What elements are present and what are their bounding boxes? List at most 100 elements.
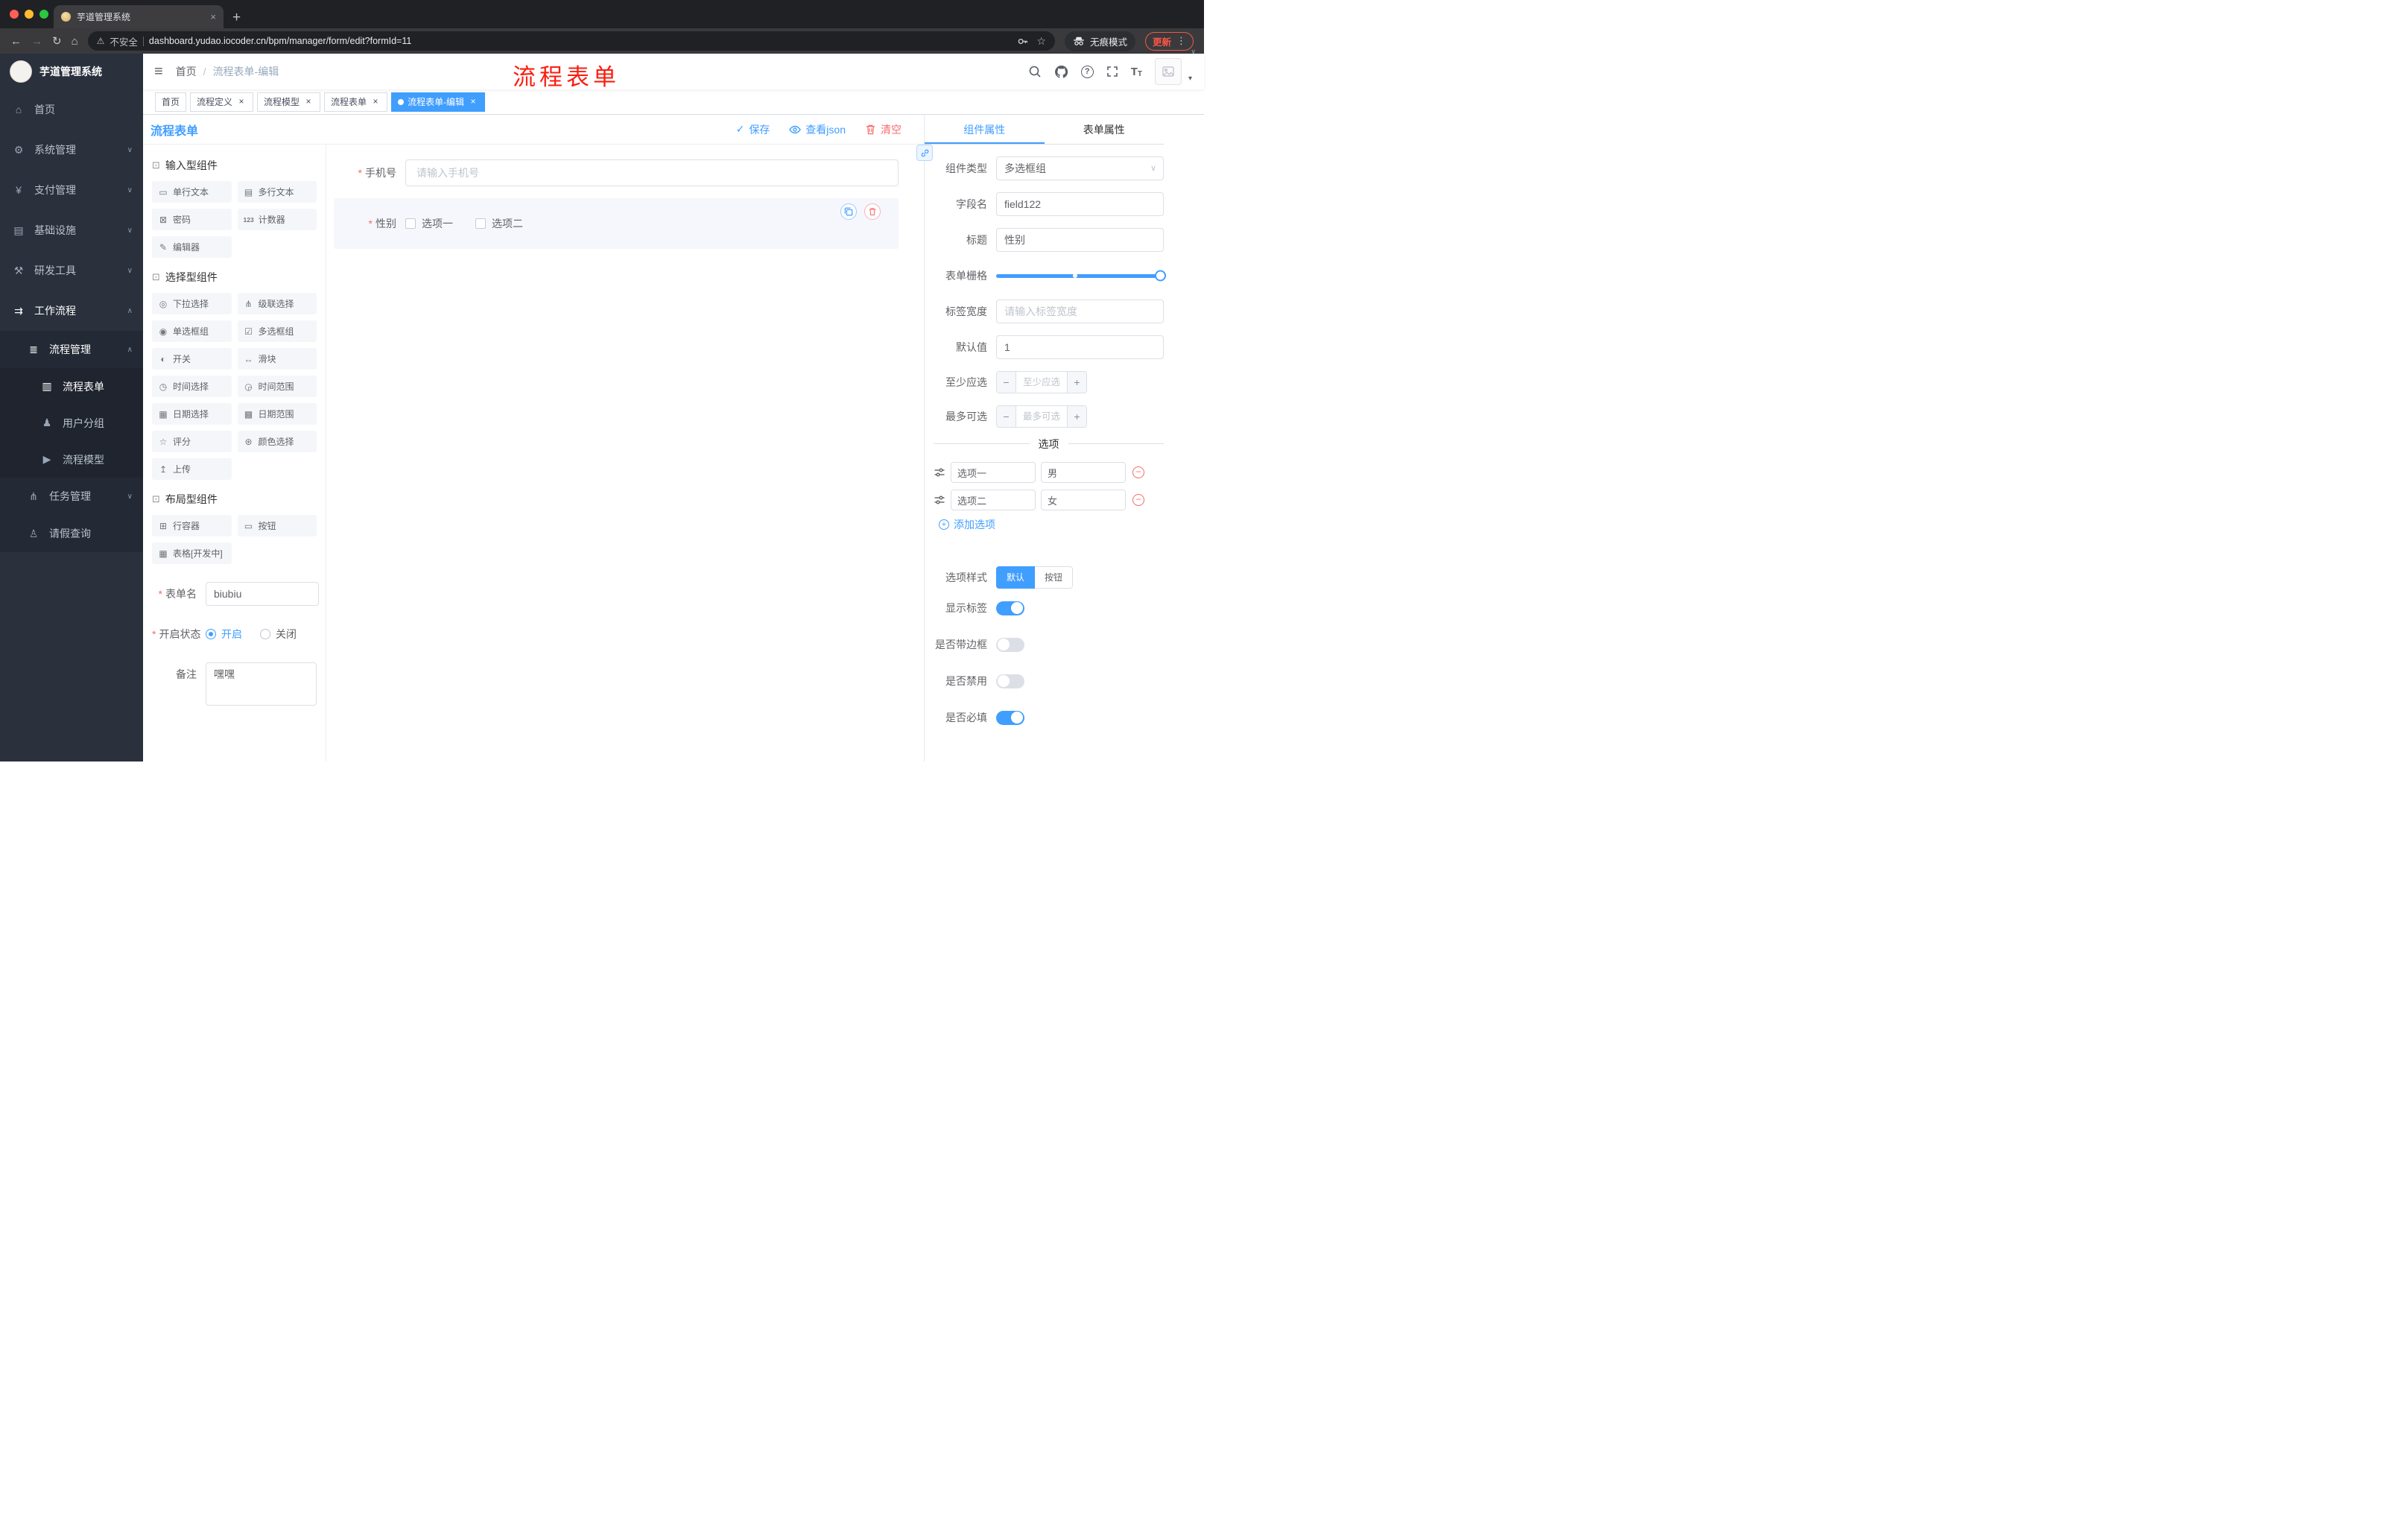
- minimize-window-button[interactable]: [25, 10, 34, 19]
- tag-process-form-edit[interactable]: 流程表单-编辑 ×: [391, 92, 486, 112]
- slider-handle[interactable]: [1155, 270, 1166, 282]
- option-name-input[interactable]: [951, 462, 1036, 483]
- tab-component-props[interactable]: 组件属性: [925, 115, 1045, 144]
- form-name-input[interactable]: [206, 582, 319, 606]
- sidebar-item-system-management[interactable]: ⚙ 系统管理 ∨: [0, 130, 143, 170]
- palette-item-date-picker[interactable]: ▦ 日期选择: [152, 403, 232, 425]
- drag-handle-icon[interactable]: [934, 494, 945, 506]
- palette-item-time-range[interactable]: ◶ 时间范围: [237, 376, 317, 397]
- label-width-input[interactable]: [996, 300, 1164, 323]
- border-switch[interactable]: [996, 637, 1024, 652]
- update-button[interactable]: 更新 ⋮: [1144, 31, 1194, 51]
- new-tab-button[interactable]: +: [232, 10, 241, 25]
- palette-item-counter[interactable]: 123 计数器: [237, 209, 317, 230]
- increase-icon[interactable]: +: [1067, 406, 1086, 427]
- sidebar-toggle-icon[interactable]: ≡: [154, 63, 163, 80]
- fullscreen-icon[interactable]: [1106, 66, 1118, 77]
- avatar[interactable]: [1154, 58, 1182, 85]
- help-icon[interactable]: ?: [1080, 65, 1094, 78]
- avatar-caret-icon[interactable]: ▾: [1188, 75, 1192, 83]
- tag-process-model[interactable]: 流程模型 ×: [257, 92, 321, 112]
- delete-component-button[interactable]: [864, 203, 881, 220]
- bookmark-star-icon[interactable]: ☆: [1036, 35, 1046, 48]
- option-two-checkbox[interactable]: 选项二: [475, 216, 523, 231]
- view-json-button[interactable]: 查看json: [789, 122, 846, 137]
- palette-item-select[interactable]: ◎ 下拉选择: [152, 293, 232, 314]
- close-window-button[interactable]: [10, 10, 19, 19]
- palette-item-cascader[interactable]: ⋔ 级联选择: [237, 293, 317, 314]
- doc-link-button[interactable]: [916, 145, 933, 161]
- forward-icon[interactable]: →: [31, 36, 42, 47]
- palette-item-time-picker[interactable]: ◷ 时间选择: [152, 376, 232, 397]
- tag-close-icon[interactable]: ×: [236, 96, 247, 107]
- sidebar-item-workflow[interactable]: ⇉ 工作流程 ∧: [0, 291, 143, 331]
- search-icon[interactable]: [1028, 65, 1042, 78]
- tab-close-icon[interactable]: ×: [210, 11, 216, 22]
- address-bar[interactable]: ⚠ 不安全 dashboard.yudao.iocoder.cn/bpm/man…: [87, 31, 1055, 51]
- sidebar-item-process-management[interactable]: ≣ 流程管理 ∧: [0, 331, 143, 368]
- phone-field-row[interactable]: 手机号: [334, 159, 899, 186]
- palette-item-password[interactable]: ⊠ 密码: [152, 209, 232, 230]
- increase-icon[interactable]: +: [1067, 372, 1086, 393]
- phone-input[interactable]: [405, 159, 899, 186]
- palette-item-single-line-text[interactable]: ▭ 单行文本: [152, 181, 232, 203]
- sidebar-item-infrastructure[interactable]: ▤ 基础设施 ∨: [0, 210, 143, 250]
- field-name-input[interactable]: [996, 192, 1164, 216]
- fullscreen-window-button[interactable]: [39, 10, 48, 19]
- component-type-select[interactable]: ∨: [996, 156, 1164, 180]
- palette-item-color-picker[interactable]: ⊛ 颜色选择: [237, 431, 317, 452]
- palette-item-slider[interactable]: ↔ 滑块: [237, 348, 317, 370]
- tag-close-icon[interactable]: ×: [468, 96, 478, 107]
- sidebar-item-home[interactable]: ⌂ 首页: [0, 89, 143, 130]
- reload-icon[interactable]: ↻: [52, 36, 62, 47]
- copy-component-button[interactable]: [840, 203, 857, 220]
- palette-item-table[interactable]: ▦ 表格[开发中]: [152, 542, 232, 564]
- remove-option-button[interactable]: −: [1132, 494, 1144, 506]
- sidebar-item-leave-query[interactable]: ♙ 请假查询: [0, 515, 143, 552]
- status-off-radio[interactable]: 关闭: [260, 627, 297, 642]
- option-one-checkbox[interactable]: 选项一: [405, 216, 453, 231]
- sidebar-item-task-management[interactable]: ⋔ 任务管理 ∨: [0, 478, 143, 515]
- breadcrumb-home[interactable]: 首页: [176, 64, 197, 79]
- font-size-icon[interactable]: TT: [1131, 66, 1142, 78]
- browser-menu-icon[interactable]: ⋮: [1176, 35, 1186, 47]
- option-name-input[interactable]: [951, 490, 1036, 510]
- browser-tab[interactable]: 芋道管理系统 ×: [54, 5, 224, 28]
- remove-option-button[interactable]: −: [1132, 466, 1144, 478]
- sidebar-item-payment-management[interactable]: ¥ 支付管理 ∨: [0, 170, 143, 210]
- back-icon[interactable]: ←: [10, 36, 22, 47]
- form-canvas[interactable]: 手机号: [326, 145, 924, 762]
- sidebar-item-process-model[interactable]: ▶ 流程模型: [0, 441, 143, 478]
- disabled-switch[interactable]: [996, 674, 1024, 688]
- palette-item-date-range[interactable]: ▩ 日期范围: [237, 403, 317, 425]
- palette-item-button[interactable]: ▭ 按钮: [237, 515, 317, 536]
- add-option-button[interactable]: + 添加选项: [939, 517, 1164, 532]
- sidebar-item-process-form[interactable]: ▥ 流程表单: [0, 368, 143, 405]
- min-select-input[interactable]: [1016, 372, 1067, 393]
- title-input[interactable]: [996, 228, 1164, 252]
- browser-home-icon[interactable]: ⌂: [72, 36, 78, 47]
- tag-home[interactable]: 首页: [155, 92, 187, 112]
- tag-process-form[interactable]: 流程表单 ×: [324, 92, 388, 112]
- component-type-value[interactable]: [996, 156, 1164, 180]
- form-grid-slider[interactable]: [996, 264, 1166, 288]
- drag-handle-icon[interactable]: [934, 466, 945, 478]
- decrease-icon[interactable]: −: [997, 406, 1016, 427]
- clear-button[interactable]: 清空: [865, 122, 902, 137]
- palette-item-rate[interactable]: ☆ 评分: [152, 431, 232, 452]
- decrease-icon[interactable]: −: [997, 372, 1016, 393]
- palette-item-checkbox-group[interactable]: ☑ 多选框组: [237, 320, 317, 342]
- remark-textarea[interactable]: 嘿嘿: [206, 662, 317, 706]
- show-label-switch[interactable]: [996, 601, 1024, 615]
- gender-field-row[interactable]: 性别 选项一 选项二: [334, 216, 899, 231]
- password-key-icon[interactable]: [1017, 36, 1028, 47]
- style-button-button[interactable]: 按钮: [1035, 566, 1074, 589]
- tag-close-icon[interactable]: ×: [303, 96, 314, 107]
- tab-form-props[interactable]: 表单属性: [1045, 115, 1165, 144]
- sidebar-item-dev-tools[interactable]: ⚒ 研发工具 ∨: [0, 250, 143, 291]
- status-on-radio[interactable]: 开启: [206, 627, 242, 642]
- tag-process-definition[interactable]: 流程定义 ×: [190, 92, 254, 112]
- palette-item-upload[interactable]: ↥ 上传: [152, 458, 232, 480]
- palette-item-multi-line-text[interactable]: ▤ 多行文本: [237, 181, 317, 203]
- github-icon[interactable]: [1054, 65, 1068, 79]
